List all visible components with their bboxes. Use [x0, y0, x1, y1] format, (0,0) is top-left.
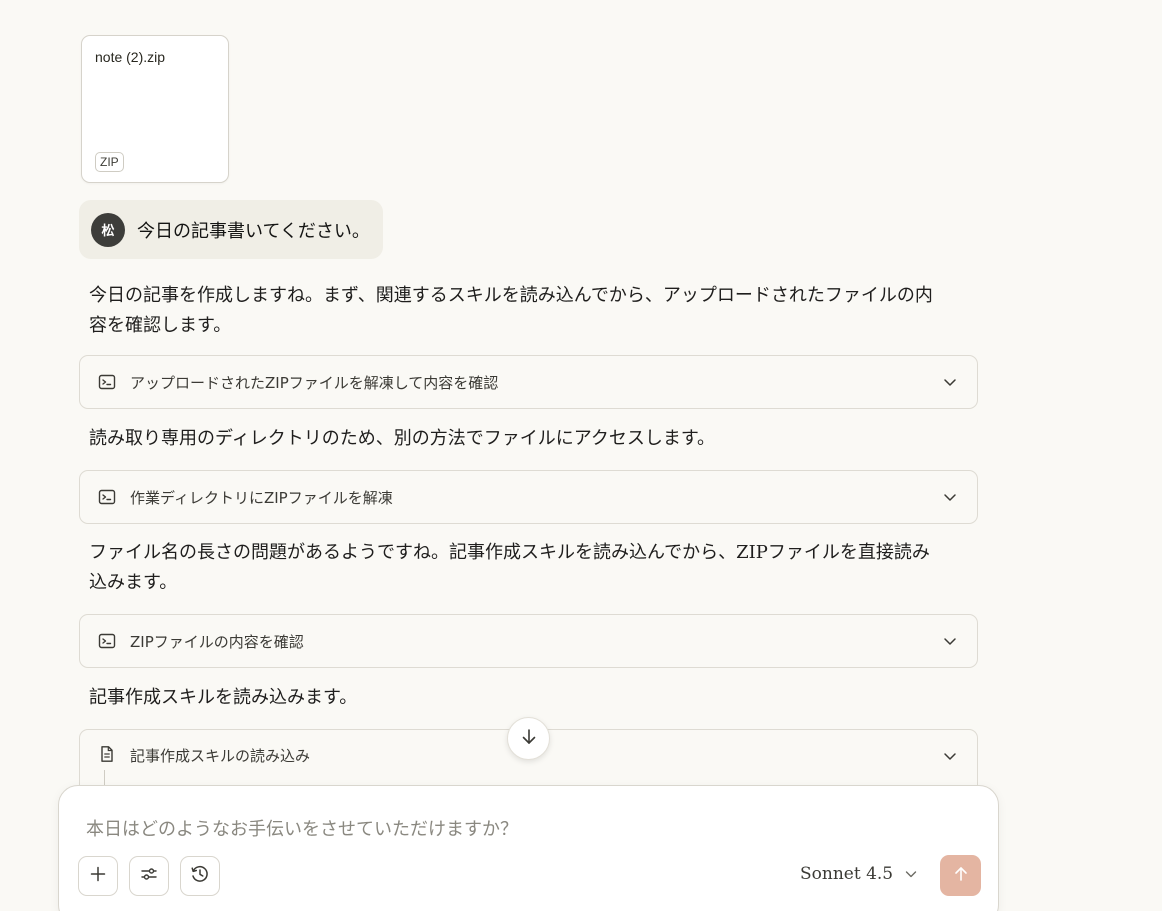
assistant-paragraph: 今日の記事を作成しますね。まず、関連するスキルを読み込んでから、アップロードされ… — [89, 285, 933, 336]
tool-call-label: アップロードされたZIPファイルを解凍して内容を確認 — [130, 373, 499, 392]
plus-icon — [89, 865, 107, 887]
terminal-icon — [98, 488, 116, 506]
tool-call-block[interactable]: 作業ディレクトリにZIPファイルを解凍 — [79, 470, 978, 524]
tool-call-label: 記事作成スキルの読み込み — [130, 747, 311, 765]
attachment-file-name: note (2).zip — [95, 49, 166, 65]
tool-call-block[interactable]: ZIPファイルの内容を確認 — [79, 614, 978, 668]
terminal-icon — [98, 632, 116, 650]
chevron-down-icon[interactable] — [941, 488, 959, 506]
history-button[interactable] — [180, 856, 220, 896]
arrow-up-icon — [952, 865, 970, 887]
chevron-down-icon[interactable] — [941, 747, 959, 765]
scroll-to-bottom-button[interactable] — [507, 717, 550, 760]
tool-call-label: ZIPファイルの内容を確認 — [130, 632, 304, 651]
chevron-down-icon[interactable] — [941, 373, 959, 391]
attachment-card[interactable]: note (2).zip ZIP — [81, 35, 229, 183]
message-composer[interactable]: 本日はどのようなお手伝いをさせていただけますか？ Sonnet 4.5 — [58, 785, 999, 911]
tool-call-label: 作業ディレクトリにZIPファイルを解凍 — [130, 488, 393, 507]
assistant-paragraph: 記事作成スキルを読み込みます。 — [89, 687, 358, 708]
user-message: 松 今日の記事書いてください。 — [79, 200, 383, 259]
send-button[interactable] — [940, 855, 981, 896]
arrow-down-icon — [519, 727, 539, 751]
chevron-down-icon[interactable] — [941, 632, 959, 650]
model-selector[interactable]: Sonnet 4.5 — [800, 864, 919, 884]
add-attachment-button[interactable] — [78, 856, 118, 896]
attachment-file-type-badge: ZIP — [95, 152, 124, 172]
model-name: Sonnet 4.5 — [800, 864, 894, 884]
sliders-icon — [140, 865, 158, 887]
chat-page: note (2).zip ZIP 松 今日の記事書いてください。 今日の記事を作… — [0, 0, 1162, 911]
message-input[interactable]: 本日はどのようなお手伝いをさせていただけますか？ — [86, 815, 518, 841]
assistant-paragraph: ファイル名の長さの問題があるようですね。記事作成スキルを読み込んでから、ZIPフ… — [89, 542, 930, 593]
terminal-icon — [98, 373, 116, 391]
user-message-text: 今日の記事書いてください。 — [137, 220, 370, 242]
avatar: 松 — [91, 212, 125, 247]
tools-settings-button[interactable] — [129, 856, 169, 896]
clock-icon — [190, 864, 210, 888]
tool-call-block[interactable]: アップロードされたZIPファイルを解凍して内容を確認 — [79, 355, 978, 409]
assistant-paragraph: 読み取り専用のディレクトリのため、別の方法でファイルにアクセスします。 — [89, 428, 716, 449]
chevron-down-icon — [903, 866, 919, 882]
document-icon — [98, 745, 116, 763]
